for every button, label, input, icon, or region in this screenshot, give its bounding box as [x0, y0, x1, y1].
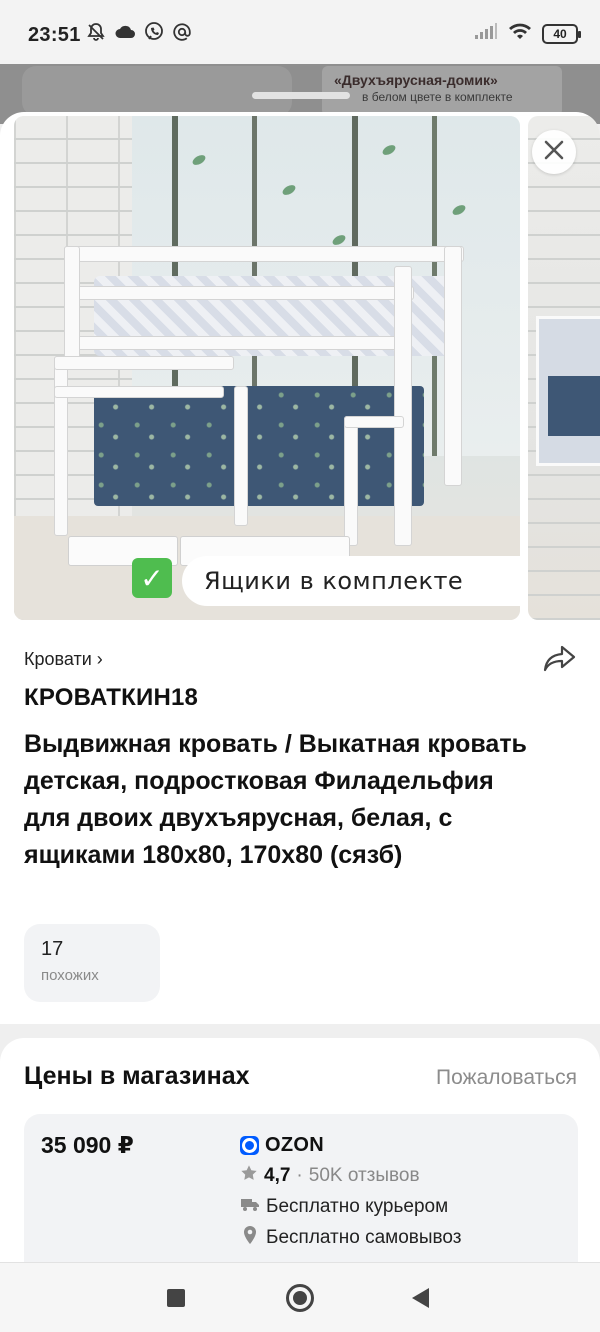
photo-bed-rail	[54, 386, 224, 398]
photo-bed-post	[64, 246, 80, 366]
close-icon	[543, 139, 565, 166]
photo-caption: Ящики в комплекте	[182, 556, 520, 606]
share-button[interactable]	[540, 640, 580, 680]
background-card	[22, 66, 292, 116]
photo-leaf	[450, 203, 468, 217]
next-photo-mattress	[548, 376, 600, 436]
photo-bed-rail	[344, 416, 404, 428]
cloud-icon	[114, 23, 136, 46]
delivery-row: Бесплатно курьером	[240, 1195, 448, 1219]
similar-label: похожих	[41, 967, 99, 984]
prices-title: Цены в магазинах	[24, 1062, 250, 1090]
star-icon	[240, 1164, 258, 1188]
bell-off-icon	[86, 22, 106, 47]
share-icon	[543, 644, 577, 677]
next-photo-preview[interactable]	[528, 116, 600, 620]
sheet-drag-handle[interactable]	[252, 92, 350, 99]
recent-apps-icon[interactable]	[167, 1289, 185, 1307]
photo-bed-rail	[54, 356, 234, 370]
product-photo[interactable]: ✓ Ящики в комплекте	[14, 116, 520, 620]
status-icons-right: 40	[474, 22, 581, 45]
similar-products-button[interactable]: 17 похожих	[24, 924, 160, 1002]
photo-bed-rail	[64, 336, 404, 350]
background-card-title: «Двухъярусная-домик»	[334, 72, 498, 88]
offer-shop: OZON	[240, 1134, 324, 1157]
home-icon[interactable]	[286, 1284, 314, 1312]
pickup-row: Бесплатно самовывоз	[240, 1225, 462, 1251]
brand-name[interactable]: КРОВАТКИН18	[24, 684, 198, 712]
system-nav-bar	[0, 1262, 600, 1332]
signal-icon	[474, 22, 498, 45]
background-card-subtitle: в белом цвете в комплекте	[362, 90, 513, 104]
photo-leaf	[190, 153, 208, 167]
wifi-icon	[508, 22, 532, 45]
image-gallery[interactable]: ✓ Ящики в комплекте	[0, 116, 600, 620]
rating-score: 4,7	[264, 1165, 291, 1186]
location-pin-icon	[240, 1225, 260, 1251]
breadcrumb-category[interactable]: Кровати ›	[24, 649, 103, 670]
back-icon[interactable]	[412, 1288, 429, 1308]
delivery-text: Бесплатно курьером	[266, 1196, 449, 1217]
photo-leaf	[380, 143, 398, 157]
status-icons-left	[86, 22, 192, 47]
photo-leaf	[280, 183, 298, 197]
rating-separator: ·	[296, 1165, 303, 1186]
background-card-image: «Двухъярусная-домик» в белом цвете в ком…	[322, 66, 562, 116]
photo-bed-rail	[64, 286, 414, 300]
photo-mattress-bottom	[94, 386, 424, 506]
similar-count: 17	[41, 938, 64, 960]
close-button[interactable]	[532, 130, 576, 174]
at-icon	[172, 22, 192, 47]
check-mark-icon: ✓	[132, 558, 172, 598]
product-title: Выдвижная кровать / Выкатная кровать дет…	[24, 730, 527, 869]
offer-price: 35 090 ₽	[41, 1132, 134, 1158]
reviews-count: 50K отзывов	[308, 1165, 420, 1186]
status-time: 23:51	[28, 24, 81, 46]
shop-name: OZON	[265, 1134, 324, 1156]
shop-rating: 4,7 · 50K отзывов	[240, 1164, 420, 1188]
photo-bed	[54, 236, 474, 566]
product-sheet: ✓ Ящики в комплекте Кровати › КРОВАТКИН1…	[0, 112, 600, 1024]
photo-bed-post	[444, 246, 462, 486]
prices-section: Цены в магазинах Пожаловаться 35 090 ₽ O…	[0, 1038, 600, 1298]
photo-bed-post	[344, 416, 358, 546]
pickup-text: Бесплатно самовывоз	[266, 1227, 462, 1248]
status-bar: 23:51 40	[0, 0, 600, 64]
photo-bed-post	[394, 266, 412, 546]
viber-icon	[144, 22, 164, 47]
truck-icon	[240, 1195, 260, 1219]
complain-link[interactable]: Пожаловаться	[436, 1066, 577, 1090]
battery-icon: 40	[542, 23, 581, 44]
ozon-logo-icon	[240, 1136, 259, 1155]
photo-bed-rail	[64, 246, 464, 262]
photo-bed-post	[234, 386, 248, 526]
photo-bed-post	[54, 356, 68, 536]
